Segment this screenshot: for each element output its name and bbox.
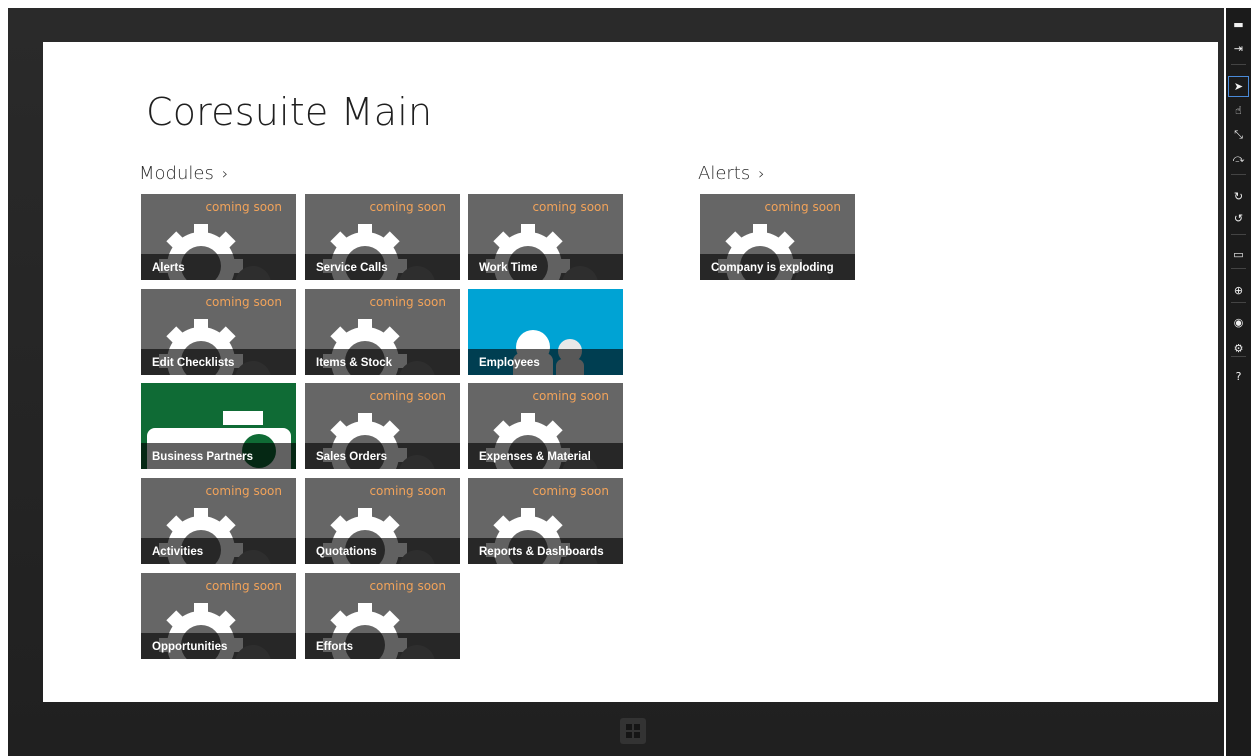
coming-soon-badge: coming soon bbox=[205, 200, 282, 214]
toolbar-separator bbox=[1231, 302, 1246, 303]
coming-soon-badge: coming soon bbox=[205, 295, 282, 309]
module-tile-reports-dashboards[interactable]: coming soon Reports & Dashboards bbox=[468, 478, 623, 564]
simulator-toolbar: ▬ ⇥ ➤ ☝ ⤡ ⤼ ↻ ↺ ▭ ⊕ ◉ ⚙? bbox=[1226, 8, 1251, 756]
tile-label: Efforts bbox=[316, 641, 354, 653]
toolbar-separator bbox=[1231, 234, 1246, 235]
screenshot-icon[interactable]: ◉ bbox=[1228, 312, 1249, 333]
module-tile-efforts[interactable]: coming soon Efforts bbox=[305, 573, 460, 659]
coming-soon-badge: coming soon bbox=[369, 200, 446, 214]
coming-soon-badge: coming soon bbox=[205, 484, 282, 498]
coming-soon-badge: coming soon bbox=[532, 484, 609, 498]
module-tile-opportunities[interactable]: coming soon Opportunities bbox=[141, 573, 296, 659]
module-tile-quotations[interactable]: coming soon Quotations bbox=[305, 478, 460, 564]
help-icon[interactable]: ? bbox=[1228, 366, 1249, 387]
coming-soon-badge: coming soon bbox=[764, 200, 841, 214]
touch-mode-icon[interactable]: ☝ bbox=[1228, 100, 1249, 121]
page-title: Coresuite Main bbox=[146, 90, 433, 134]
rotate-touch-icon[interactable]: ⤼ bbox=[1228, 148, 1249, 169]
pin-icon[interactable]: ⇥ bbox=[1228, 38, 1249, 59]
rotate-counterclockwise-icon[interactable]: ↺ bbox=[1228, 208, 1249, 229]
tile-label: Company is exploding bbox=[711, 262, 834, 274]
alert-tile-company-is-exploding[interactable]: coming soon Company is exploding bbox=[700, 194, 855, 280]
tile-label: Activities bbox=[152, 546, 204, 558]
module-tile-work-time[interactable]: coming soon Work Time bbox=[468, 194, 623, 280]
alerts-header-label: Alerts bbox=[698, 163, 751, 184]
module-tile-activities[interactable]: coming soon Activities bbox=[141, 478, 296, 564]
module-tile-expenses-material[interactable]: coming soon Expenses & Material bbox=[468, 383, 623, 469]
pinch-zoom-icon[interactable]: ⤡ bbox=[1228, 124, 1249, 145]
chevron-right-icon: › bbox=[221, 164, 229, 183]
modules-header-label: Modules bbox=[139, 163, 214, 184]
pointer-mode-icon[interactable]: ➤ bbox=[1228, 76, 1249, 97]
toolbar-separator bbox=[1231, 268, 1246, 269]
module-tile-employees[interactable]: Employees bbox=[468, 289, 623, 375]
windows-logo-icon bbox=[626, 724, 640, 738]
app-screen: Coresuite Main Modules › Alerts › coming s… bbox=[43, 42, 1218, 702]
tile-label: Service Calls bbox=[316, 262, 388, 274]
chevron-right-icon: › bbox=[758, 164, 765, 183]
tile-label: Sales Orders bbox=[316, 451, 387, 463]
coming-soon-badge: coming soon bbox=[369, 295, 446, 309]
coming-soon-badge: coming soon bbox=[369, 579, 446, 593]
resolution-icon[interactable]: ▭ bbox=[1228, 244, 1249, 265]
module-tile-alerts[interactable]: coming soon Alerts bbox=[141, 194, 296, 280]
minimize-icon[interactable]: ▬ bbox=[1228, 14, 1249, 35]
toolbar-separator bbox=[1231, 64, 1246, 65]
tile-label: Reports & Dashboards bbox=[479, 546, 604, 558]
tile-label: Quotations bbox=[316, 546, 377, 558]
toolbar-separator bbox=[1231, 174, 1246, 175]
coming-soon-badge: coming soon bbox=[532, 389, 609, 403]
tile-label: Expenses & Material bbox=[479, 451, 591, 463]
tile-label: Alerts bbox=[152, 262, 185, 274]
location-icon[interactable]: ⊕ bbox=[1228, 280, 1249, 301]
module-tile-items-stock[interactable]: coming soon Items & Stock bbox=[305, 289, 460, 375]
rotate-clockwise-icon[interactable]: ↻ bbox=[1228, 186, 1249, 207]
toolbar-separator bbox=[1231, 356, 1246, 357]
module-tile-sales-orders[interactable]: coming soon Sales Orders bbox=[305, 383, 460, 469]
coming-soon-badge: coming soon bbox=[532, 200, 609, 214]
modules-section-header[interactable]: Modules › bbox=[139, 163, 228, 184]
tile-label: Work Time bbox=[479, 262, 538, 274]
module-tile-edit-checklists[interactable]: coming soon Edit Checklists bbox=[141, 289, 296, 375]
module-tile-service-calls[interactable]: coming soon Service Calls bbox=[305, 194, 460, 280]
tile-label: Items & Stock bbox=[316, 357, 393, 369]
module-tile-business-partners[interactable]: Business Partners bbox=[141, 383, 296, 469]
coming-soon-badge: coming soon bbox=[369, 389, 446, 403]
windows-start-button[interactable] bbox=[620, 718, 646, 744]
alerts-section-header[interactable]: Alerts › bbox=[698, 163, 765, 184]
tile-label: Business Partners bbox=[152, 451, 253, 463]
tile-label: Opportunities bbox=[152, 641, 228, 653]
coming-soon-badge: coming soon bbox=[205, 579, 282, 593]
tile-label: Employees bbox=[479, 357, 540, 369]
coming-soon-badge: coming soon bbox=[369, 484, 446, 498]
tile-label: Edit Checklists bbox=[152, 357, 235, 369]
